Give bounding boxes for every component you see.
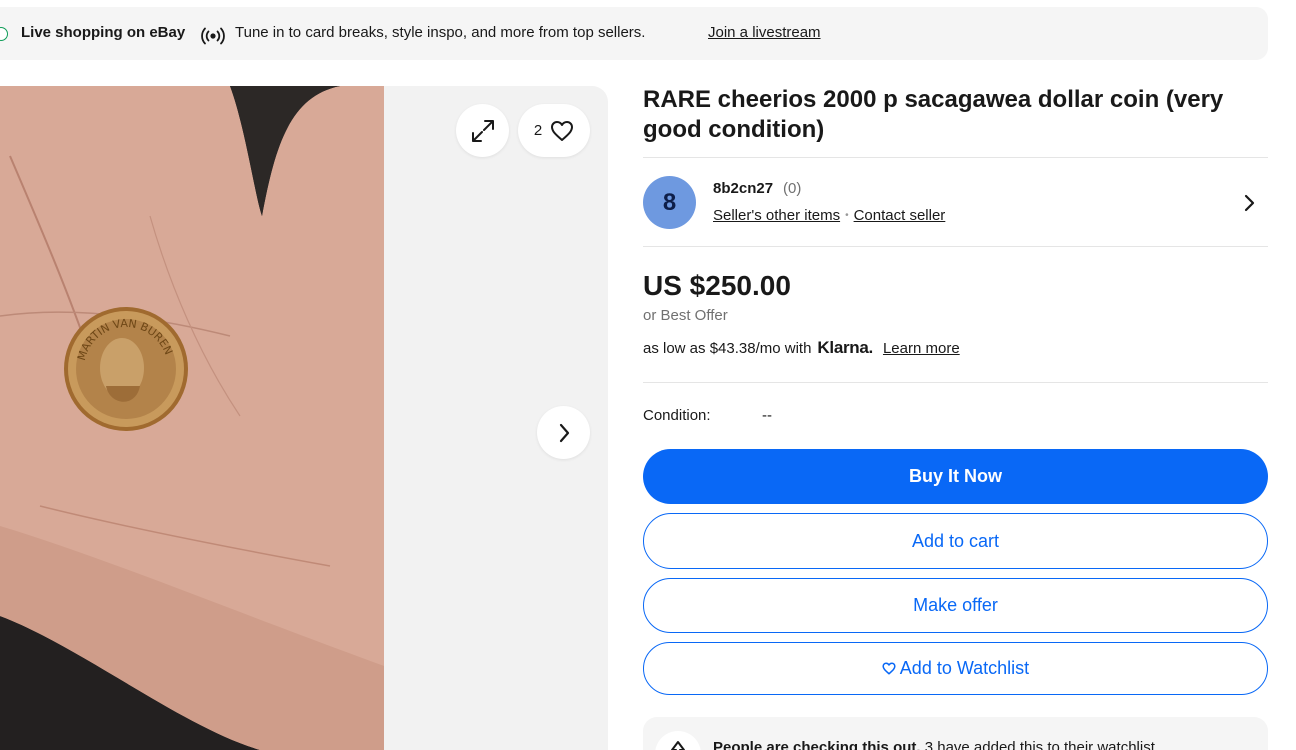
separator-dot: • — [845, 210, 849, 221]
notice-detail-text: 3 have added this to their watchlist. — [920, 739, 1160, 750]
klarna-financing: as low as $43.38/mo with Klarna. Learn m… — [643, 338, 960, 358]
add-to-watchlist-label: Add to Watchlist — [899, 658, 1030, 678]
seller-feedback-count: (0) — [783, 180, 802, 197]
banner-title: Live shopping on eBay — [21, 24, 186, 41]
item-photo[interactable]: MARTIN VAN BUREN — [0, 86, 384, 750]
make-offer-label: Make offer — [913, 595, 998, 615]
trending-icon — [655, 731, 701, 750]
buy-it-now-label: Buy It Now — [909, 466, 1002, 486]
next-image-button[interactable] — [537, 406, 590, 459]
expand-image-button[interactable] — [456, 104, 509, 157]
divider — [643, 246, 1268, 247]
heart-icon — [882, 662, 896, 675]
add-to-cart-button[interactable]: Add to cart — [643, 513, 1268, 569]
listing-page: Live shopping on eBay Tune in to card br… — [0, 0, 1296, 750]
notice-text: People are checking this out. 3 have add… — [713, 739, 1159, 750]
join-livestream-link[interactable]: Join a livestream — [708, 24, 821, 41]
seller-avatar[interactable]: 8 — [643, 176, 696, 229]
seller-links: Seller's other items • Contact seller — [713, 207, 945, 224]
live-status-icon — [0, 27, 8, 41]
watchers-notice: People are checking this out. 3 have add… — [643, 717, 1268, 750]
divider — [643, 382, 1268, 383]
seller-name[interactable]: 8b2cn27 — [713, 180, 773, 197]
live-shopping-banner: Live shopping on eBay Tune in to card br… — [0, 7, 1268, 60]
buy-it-now-button[interactable]: Buy It Now — [643, 449, 1268, 504]
heart-icon — [551, 120, 574, 141]
chevron-right-icon[interactable] — [1240, 192, 1260, 214]
listing-title: RARE cheerios 2000 p sacagawea dollar co… — [643, 86, 1224, 143]
condition-value: -- — [762, 407, 772, 424]
add-to-watchlist-button[interactable]: Add to Watchlist — [643, 642, 1268, 695]
best-offer-text: or Best Offer — [643, 307, 728, 324]
condition-label: Condition: — [643, 407, 711, 424]
add-to-cart-label: Add to cart — [911, 530, 1000, 551]
price: US $250.00 — [643, 270, 791, 301]
chevron-right-icon — [559, 423, 569, 442]
klarna-learn-more-link[interactable]: Learn more — [883, 340, 960, 357]
expand-icon — [471, 119, 494, 142]
broadcast-icon — [200, 27, 226, 45]
banner-text: Tune in to card breaks, style inspo, and… — [235, 24, 646, 41]
make-offer-button[interactable]: Make offer — [643, 578, 1268, 633]
divider — [643, 157, 1268, 158]
contact-seller-link[interactable]: Contact seller — [854, 207, 946, 224]
seller-other-items-link[interactable]: Seller's other items — [713, 207, 840, 224]
watch-count-button[interactable]: 2 — [518, 104, 590, 157]
image-gallery: MARTIN VAN BUREN 2 — [0, 86, 608, 750]
klarna-text: as low as $43.38/mo with — [643, 340, 812, 357]
notice-bold-text: People are checking this out. — [713, 739, 921, 750]
watch-count: 2 — [533, 122, 543, 139]
klarna-logo: Klarna. — [817, 338, 873, 357]
